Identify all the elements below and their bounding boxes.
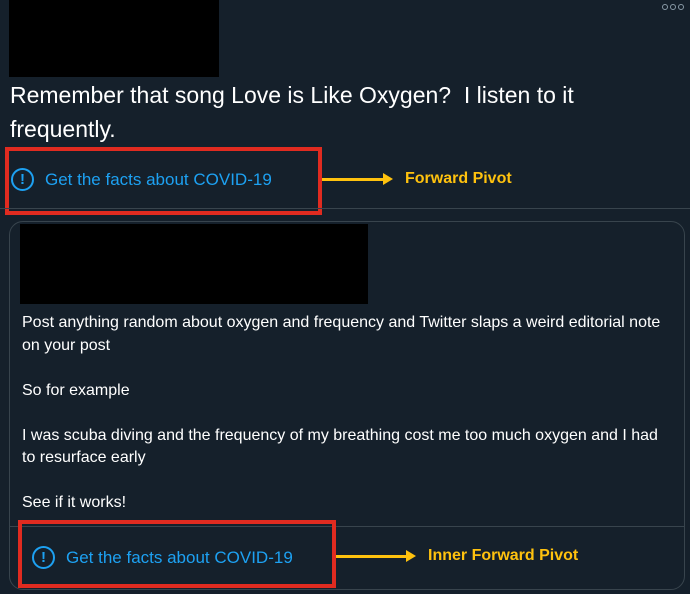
inner-forward-pivot-label: Inner Forward Pivot — [428, 547, 579, 564]
more-options-icon[interactable] — [662, 4, 684, 10]
redacted-author-info — [9, 0, 219, 77]
quoted-tweet-text: Post anything random about oxygen and fr… — [22, 314, 661, 511]
tweet-text: Remember that song Love is Like Oxygen? … — [10, 82, 581, 142]
inner-forward-pivot-annotation: Inner Forward Pivot — [336, 547, 578, 565]
forward-pivot-highlight — [5, 147, 322, 215]
forward-pivot-label: Forward Pivot — [405, 170, 512, 187]
tweet-divider — [0, 208, 690, 209]
forward-pivot-annotation: Forward Pivot — [322, 170, 512, 188]
inner-forward-pivot-highlight — [18, 520, 336, 588]
redacted-quoted-author-info — [20, 224, 368, 304]
